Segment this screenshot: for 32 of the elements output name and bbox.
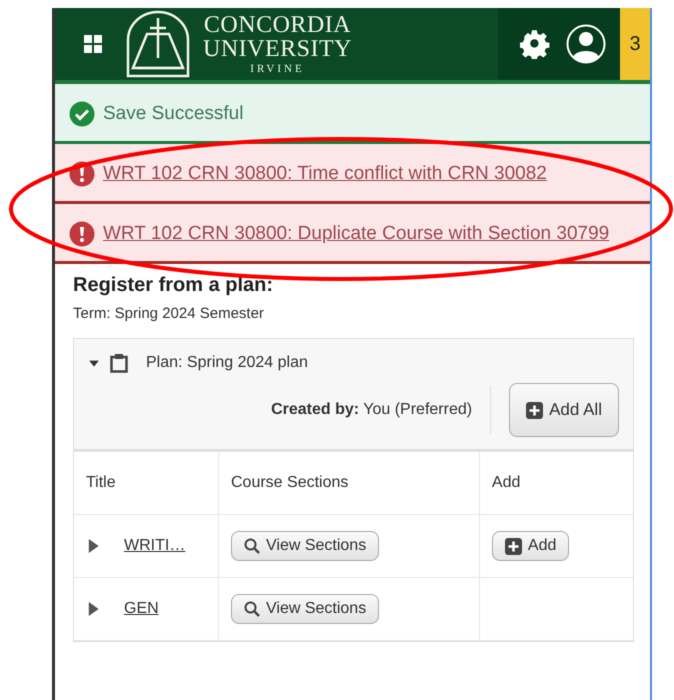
view-sections-button[interactable]: View Sections [231, 594, 380, 624]
success-message: Save Successful [103, 102, 244, 126]
section-heading: Register from a plan: [73, 274, 274, 297]
expand-triangle-icon[interactable] [86, 537, 100, 555]
column-header: Title [74, 452, 218, 514]
plan-title: Plan: Spring 2024 plan [146, 354, 308, 372]
chapel-cross-logo-icon [125, 10, 191, 78]
view-sections-button[interactable]: View Sections [231, 531, 380, 561]
course-title-link[interactable]: WRITI… [124, 537, 186, 555]
search-icon [244, 601, 260, 617]
logo-text: CONCORDIA [204, 13, 352, 37]
course-title-link[interactable]: GEN [124, 600, 159, 618]
clipboard-icon [110, 353, 128, 373]
exclamation-circle-icon [69, 161, 95, 187]
logo-subtitle: IRVINE [250, 64, 305, 75]
app-grid-icon[interactable] [83, 34, 103, 54]
plus-icon [504, 538, 522, 554]
expand-triangle-icon[interactable] [86, 600, 100, 618]
notification-count-badge[interactable]: 3 [620, 8, 650, 80]
search-icon [244, 538, 260, 554]
user-avatar-icon[interactable] [566, 24, 606, 64]
settings-icon[interactable] [520, 29, 550, 59]
check-circle-icon [69, 101, 95, 127]
add-all-button[interactable]: Add All [509, 383, 619, 437]
column-header: Add [479, 452, 633, 514]
exclamation-circle-icon [69, 221, 95, 247]
column-header: Course Sections [218, 452, 480, 514]
add-button[interactable]: Add [492, 531, 570, 561]
plus-icon [526, 402, 544, 418]
logo-text: UNIVERSITY [203, 37, 352, 61]
term-label: Term: Spring 2024 Semester [73, 305, 264, 322]
created-by-text: Created by: You (Preferred) [271, 386, 492, 434]
